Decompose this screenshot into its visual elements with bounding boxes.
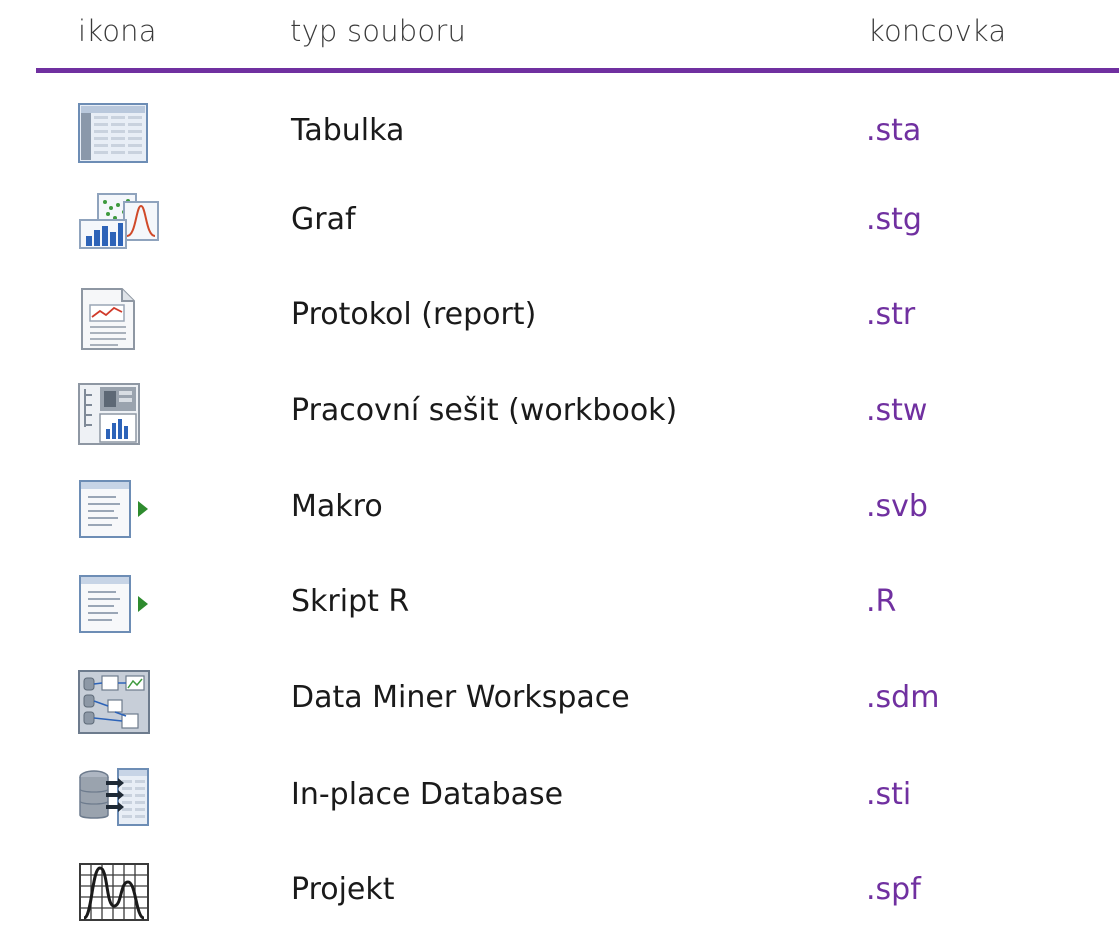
file-type-label: Tabulka: [291, 113, 405, 148]
table-row: Graf .stg: [0, 192, 1119, 288]
file-type-label: In-place Database: [291, 777, 564, 812]
file-type-label: Projekt: [291, 872, 395, 907]
file-extension: .sta: [866, 113, 922, 148]
table-row: In-place Database .sti: [0, 767, 1119, 863]
table-row: Protokol (report) .str: [0, 287, 1119, 383]
file-extension: .stg: [866, 202, 922, 237]
file-extension: .stw: [866, 393, 928, 428]
file-type-label: Pracovní sešit (workbook): [291, 393, 678, 428]
database-icon: [78, 767, 158, 826]
table-header: ikona typ souboru koncovka: [0, 0, 1119, 70]
table-row: Makro .svb: [0, 479, 1119, 575]
file-types-table: ikona typ souboru koncovka Tabulka .sta …: [0, 0, 1119, 931]
table-row: Projekt .spf: [0, 862, 1119, 931]
graph-icon: [78, 192, 159, 249]
file-extension: .R: [866, 584, 897, 619]
workbook-icon: [78, 383, 158, 445]
header-extension-column: koncovka: [868, 14, 1007, 48]
project-icon: [78, 862, 158, 921]
report-icon: [78, 287, 158, 350]
table-row: Data Miner Workspace .sdm: [0, 670, 1119, 766]
header-icon-column: ikona: [78, 14, 157, 48]
file-type-label: Data Miner Workspace: [291, 680, 630, 715]
file-extension: .sdm: [866, 680, 940, 715]
file-extension: .sti: [866, 777, 912, 812]
header-type-column: typ souboru: [290, 14, 467, 48]
file-extension: .str: [866, 297, 916, 332]
file-type-label: Skript R: [291, 584, 410, 619]
macro-icon: [78, 479, 158, 538]
data-miner-icon: [78, 670, 158, 734]
header-divider: [36, 68, 1119, 73]
file-type-label: Graf: [291, 202, 356, 237]
spreadsheet-icon: [78, 103, 158, 163]
table-row: Pracovní sešit (workbook) .stw: [0, 383, 1119, 479]
table-row: Tabulka .sta: [0, 103, 1119, 199]
r-script-icon: [78, 574, 158, 633]
file-type-label: Protokol (report): [291, 297, 537, 332]
table-row: Skript R .R: [0, 574, 1119, 670]
file-type-label: Makro: [291, 489, 383, 524]
file-extension: .spf: [866, 872, 921, 907]
file-extension: .svb: [866, 489, 928, 524]
